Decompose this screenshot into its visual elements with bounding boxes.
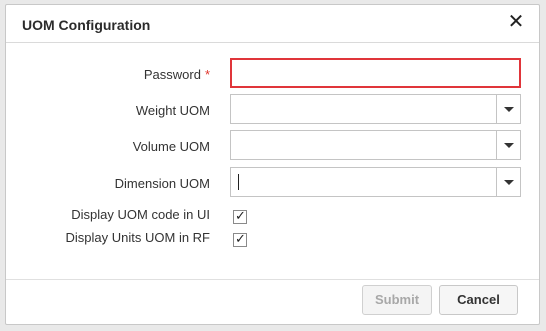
display-units-uom-rf-checkbox[interactable]: ✓ (233, 231, 247, 247)
display-units-uom-rf-label: Display Units UOM in RF (65, 230, 210, 245)
display-uom-code-label: Display UOM code in UI (71, 207, 210, 222)
password-label: Password * (20, 67, 210, 82)
required-marker: * (204, 67, 210, 82)
dialog-title: UOM Configuration (22, 17, 151, 33)
volume-uom-select[interactable] (230, 130, 521, 160)
checkmark-icon: ✓ (235, 231, 246, 246)
dimension-uom-select[interactable] (230, 167, 521, 197)
dialog-header: UOM Configuration ✕ (6, 5, 539, 43)
dimension-uom-label: Dimension UOM (114, 176, 210, 191)
chevron-down-icon (504, 180, 514, 185)
close-icon[interactable]: ✕ (506, 12, 526, 32)
cancel-button[interactable]: Cancel (439, 285, 518, 315)
chevron-down-icon (504, 107, 514, 112)
password-field[interactable] (230, 58, 521, 88)
display-uom-code-checkbox[interactable]: ✓ (233, 208, 247, 224)
submit-button[interactable]: Submit (362, 285, 432, 315)
password-label-text: Password (143, 67, 201, 82)
volume-uom-dropdown-button[interactable] (496, 131, 520, 159)
weight-uom-label: Weight UOM (135, 103, 210, 118)
chevron-down-icon (504, 143, 514, 148)
dimension-uom-dropdown-button[interactable] (496, 168, 520, 196)
text-cursor (238, 174, 239, 190)
checkmark-icon: ✓ (235, 208, 246, 223)
footer-divider (6, 279, 539, 280)
weight-uom-select[interactable] (230, 94, 521, 124)
uom-configuration-dialog: UOM Configuration ✕ Password * Weight UOM… (5, 4, 540, 325)
weight-uom-dropdown-button[interactable] (496, 95, 520, 123)
volume-uom-label: Volume UOM (132, 139, 210, 154)
